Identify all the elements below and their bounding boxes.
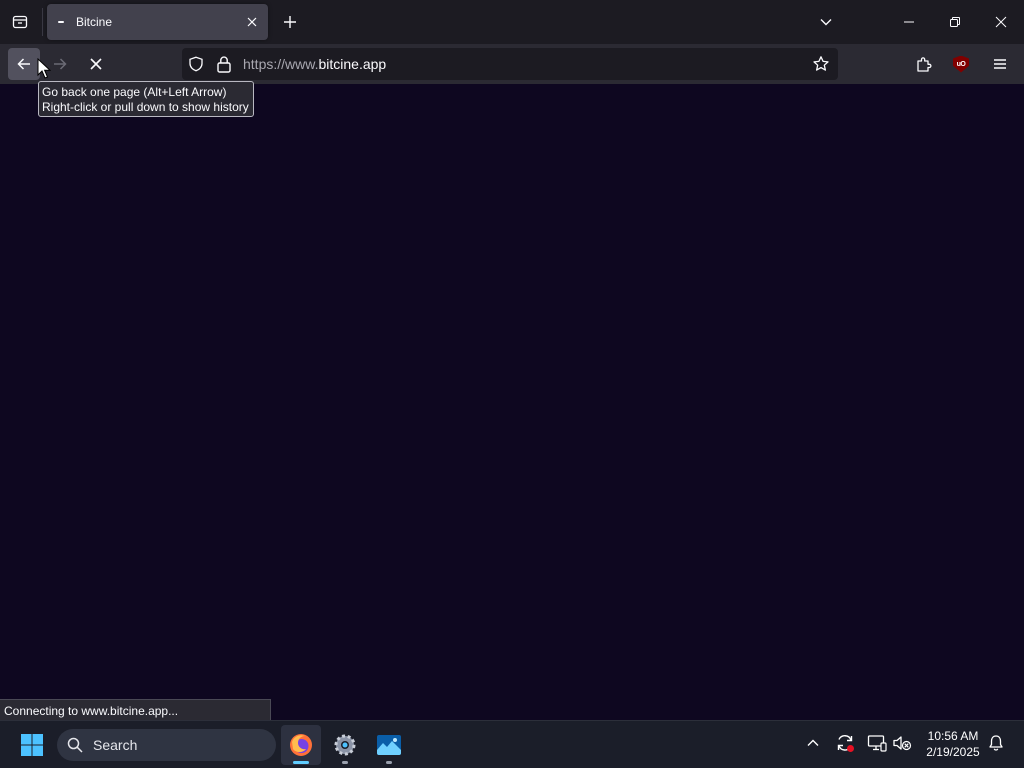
taskbar-photos[interactable] xyxy=(369,725,409,765)
taskbar: Search 10:56 AM 2/19/2025 xyxy=(0,720,1024,768)
taskbar-firefox[interactable] xyxy=(281,725,321,765)
windows-logo-icon xyxy=(21,734,43,756)
tracking-protection-shield-icon[interactable] xyxy=(188,56,204,72)
lock-icon[interactable] xyxy=(216,55,232,73)
close-icon xyxy=(995,16,1007,28)
navigation-toolbar: https://www.bitcine.app uO xyxy=(0,44,1024,84)
clock-date: 2/19/2025 xyxy=(926,745,980,759)
sync-icon xyxy=(837,735,854,752)
mouse-pointer-icon xyxy=(37,58,51,79)
settings-icon xyxy=(334,734,356,756)
tabstrip-separator xyxy=(42,8,43,36)
sync-status-button[interactable] xyxy=(835,733,855,753)
photos-icon xyxy=(377,735,401,755)
ublock-origin-icon: uO xyxy=(953,55,969,73)
new-tab-button[interactable] xyxy=(274,6,306,38)
tab-bitcine[interactable]: Bitcine xyxy=(47,4,268,40)
loading-throbber-icon xyxy=(57,16,65,28)
plus-icon xyxy=(284,16,296,28)
close-icon xyxy=(247,17,257,27)
chevron-up-icon xyxy=(807,739,819,746)
tooltip-line-2: Right-click or pull down to show history xyxy=(42,100,249,114)
tooltip-line-1: Go back one page (Alt+Left Arrow) xyxy=(42,85,227,99)
tab-close-button[interactable] xyxy=(242,12,262,32)
search-label: Search xyxy=(93,737,138,753)
tab-strip: Bitcine xyxy=(0,0,1024,44)
volume-muted-icon xyxy=(893,736,912,751)
search-icon xyxy=(67,737,83,753)
taskbar-settings[interactable] xyxy=(325,725,365,765)
bookmark-star-icon[interactable] xyxy=(812,55,830,73)
taskbar-search[interactable]: Search xyxy=(57,729,276,761)
volume-button[interactable] xyxy=(892,733,912,753)
stop-icon xyxy=(90,58,102,70)
puzzle-piece-icon xyxy=(917,57,932,72)
extensions-button[interactable] xyxy=(908,48,940,80)
close-window-button[interactable] xyxy=(978,0,1024,44)
tab-title: Bitcine xyxy=(76,15,113,29)
running-app-indicator xyxy=(342,761,348,764)
notifications-button[interactable] xyxy=(986,733,1006,753)
active-app-indicator xyxy=(293,761,309,764)
chevron-down-icon xyxy=(820,19,832,26)
arrow-left-icon xyxy=(17,58,30,70)
restore-icon xyxy=(950,17,960,27)
url-domain: bitcine.app xyxy=(318,56,387,72)
hamburger-menu-icon xyxy=(994,59,1006,69)
show-hidden-icons-button[interactable] xyxy=(803,733,823,753)
restore-button[interactable] xyxy=(932,0,978,44)
system-clock[interactable]: 10:56 AM 2/19/2025 xyxy=(918,728,988,760)
stop-loading-button[interactable] xyxy=(80,48,112,80)
list-all-tabs-button[interactable] xyxy=(810,6,842,38)
url-scheme: https://www. xyxy=(243,56,319,72)
network-icon xyxy=(867,735,887,752)
firefox-view-icon xyxy=(12,15,28,29)
firefox-icon xyxy=(290,734,312,756)
network-button[interactable] xyxy=(867,733,887,753)
url-bar[interactable]: https://www.bitcine.app xyxy=(182,48,838,80)
app-menu-button[interactable] xyxy=(984,48,1016,80)
url-text[interactable]: https://www.bitcine.app xyxy=(243,56,386,72)
start-button[interactable] xyxy=(12,725,52,765)
ublock-origin-button[interactable]: uO xyxy=(945,48,977,80)
clock-time: 10:56 AM xyxy=(927,729,979,743)
bell-icon xyxy=(989,735,1003,751)
minimize-icon xyxy=(904,21,914,23)
back-button-tooltip: Go back one page (Alt+Left Arrow) Right-… xyxy=(38,81,254,117)
minimize-button[interactable] xyxy=(886,0,932,44)
back-button[interactable] xyxy=(8,48,40,80)
firefox-view-button[interactable] xyxy=(4,6,36,38)
arrow-right-icon xyxy=(54,58,67,70)
running-app-indicator xyxy=(386,761,392,764)
status-panel: Connecting to www.bitcine.app... xyxy=(0,699,271,721)
